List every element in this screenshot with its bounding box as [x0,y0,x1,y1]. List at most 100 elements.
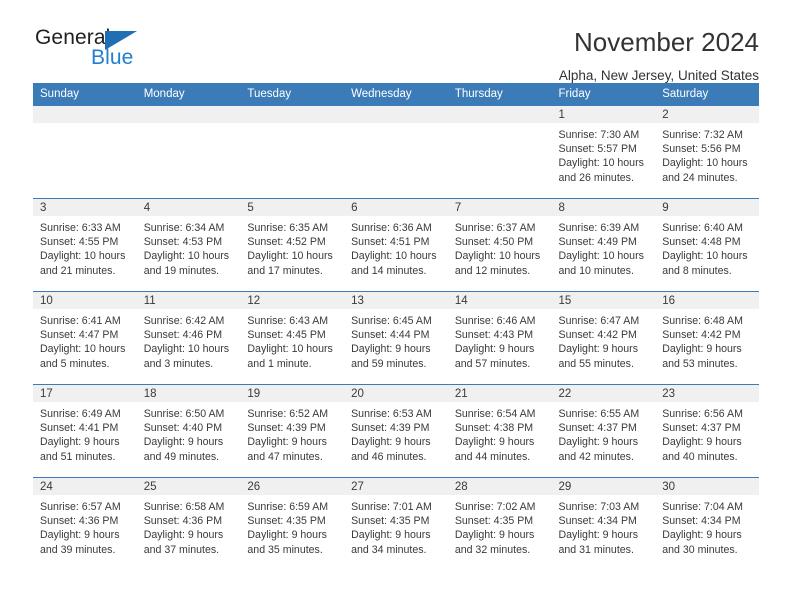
day-details: Sunrise: 6:37 AM Sunset: 4:50 PM Daylight:… [448,216,552,278]
calendar-day-cell[interactable]: 7 Sunrise: 6:37 AM Sunset: 4:50 PM Daylight… [447,198,552,292]
calendar-day-cell[interactable]: 23 Sunrise: 6:56 AM Sunset: 4:37 PM Dayligh… [655,384,759,478]
calendar-day-cell[interactable]: 17 Sunrise: 6:49 AM Sunset: 4:41 PM Dayligh… [33,384,137,478]
calendar-day-cell[interactable]: 30 Sunrise: 7:04 AM Sunset: 4:34 PM Dayligh… [655,477,759,571]
weekday-header-sunday: Sunday [33,83,137,106]
daylight-text-line1: Daylight: 10 hours [247,343,333,356]
daylight-text-line1: Daylight: 10 hours [143,250,230,263]
day-number: 24 [33,478,137,495]
day-number: 17 [33,385,137,402]
sunrise-text: Sunrise: 6:59 AM [247,501,329,513]
calendar-day-cell[interactable]: 13 Sunrise: 6:45 AM Sunset: 4:44 PM Dayligh… [344,291,448,385]
calendar-day-cell[interactable]: 21 Sunrise: 6:54 AM Sunset: 4:38 PM Dayligh… [447,384,552,478]
day-details: Sunrise: 6:55 AM Sunset: 4:37 PM Daylight:… [552,402,656,464]
daylight-text-line1: Daylight: 9 hours [662,529,742,542]
day-details: Sunrise: 6:39 AM Sunset: 4:49 PM Daylight:… [552,216,656,278]
calendar-week-row: 10 Sunrise: 6:41 AM Sunset: 4:47 PM Dayligh… [33,291,759,385]
calendar-week-row: 24 Sunrise: 6:57 AM Sunset: 4:36 PM Dayligh… [33,477,759,571]
daylight-text-line1: Daylight: 10 hours [40,343,126,356]
weekday-header-thursday: Thursday [447,83,552,106]
sunrise-text: Sunrise: 6:35 AM [247,222,329,234]
sunrise-text: Sunrise: 6:54 AM [454,408,536,420]
daylight-text-line1: Daylight: 9 hours [351,529,431,542]
sunrise-text: Sunrise: 6:33 AM [40,222,121,234]
sunset-text: Sunset: 4:36 PM [40,515,119,528]
calendar-day-cell[interactable]: 19 Sunrise: 6:52 AM Sunset: 4:39 PM Dayligh… [240,384,345,478]
sunset-text: Sunset: 4:53 PM [143,236,223,249]
calendar-day-cell[interactable]: 26 Sunrise: 6:59 AM Sunset: 4:35 PM Dayligh… [240,477,345,571]
sunset-text: Sunset: 5:57 PM [558,143,637,156]
calendar-day-cell[interactable]: 16 Sunrise: 6:48 AM Sunset: 4:42 PM Dayligh… [655,291,759,385]
weekday-header-tuesday: Tuesday [240,83,345,106]
logo-text-blue: Blue [91,46,134,69]
calendar-day-cell[interactable]: 20 Sunrise: 6:53 AM Sunset: 4:39 PM Dayligh… [344,384,448,478]
day-details: Sunrise: 6:59 AM Sunset: 4:35 PM Daylight:… [240,495,344,557]
sunset-text: Sunset: 4:46 PM [143,329,223,342]
sunset-text: Sunset: 4:41 PM [40,422,119,435]
calendar-week-row: 3 Sunrise: 6:33 AM Sunset: 4:55 PM Daylight… [33,198,759,292]
day-details: Sunrise: 6:33 AM Sunset: 4:55 PM Daylight:… [33,216,137,278]
sunrise-text: Sunrise: 6:43 AM [247,315,329,327]
calendar-day-cell[interactable]: 29 Sunrise: 7:03 AM Sunset: 4:34 PM Dayligh… [551,477,656,571]
calendar-day-cell-empty [33,105,137,199]
sunset-text: Sunset: 4:37 PM [662,422,741,435]
day-details: Sunrise: 7:32 AM Sunset: 5:56 PM Daylight:… [655,123,759,185]
calendar-day-cell[interactable]: 14 Sunrise: 6:46 AM Sunset: 4:43 PM Dayligh… [447,291,552,385]
sunset-text: Sunset: 4:49 PM [558,236,637,249]
calendar-day-cell[interactable]: 25 Sunrise: 6:58 AM Sunset: 4:36 PM Dayligh… [136,477,241,571]
calendar-day-cell[interactable]: 27 Sunrise: 7:01 AM Sunset: 4:35 PM Dayligh… [344,477,448,571]
day-number: 26 [240,478,345,495]
daylight-text-line2: and 44 minutes. [454,450,531,463]
daylight-text-line2: and 26 minutes. [558,171,634,184]
sunrise-text: Sunrise: 6:48 AM [662,315,743,327]
daylight-text-line2: and 55 minutes. [558,357,634,370]
day-details: Sunrise: 6:45 AM Sunset: 4:44 PM Daylight:… [344,309,448,371]
day-details: Sunrise: 6:48 AM Sunset: 4:42 PM Daylight:… [655,309,759,371]
daylight-text-line1: Daylight: 9 hours [558,436,639,449]
sunset-text: Sunset: 4:52 PM [247,236,326,249]
sunset-text: Sunset: 4:43 PM [454,329,534,342]
day-number: 10 [33,292,137,309]
daylight-text-line1: Daylight: 9 hours [40,436,120,449]
calendar-day-cell[interactable]: 5 Sunrise: 6:35 AM Sunset: 4:52 PM Daylight… [240,198,345,292]
daylight-text-line1: Daylight: 10 hours [558,250,644,263]
general-blue-logo[interactable]: General Blue [33,26,153,72]
sunset-text: Sunset: 4:39 PM [247,422,326,435]
calendar-day-cell[interactable]: 18 Sunrise: 6:50 AM Sunset: 4:40 PM Dayligh… [136,384,241,478]
calendar-day-cell[interactable]: 4 Sunrise: 6:34 AM Sunset: 4:53 PM Daylight… [136,198,241,292]
daylight-text-line2: and 32 minutes. [454,543,531,556]
day-number: 23 [655,385,759,402]
calendar-day-cell[interactable]: 15 Sunrise: 6:47 AM Sunset: 4:42 PM Dayligh… [551,291,656,385]
daylight-text-line1: Daylight: 9 hours [351,436,431,449]
day-details: Sunrise: 7:04 AM Sunset: 4:34 PM Daylight:… [655,495,759,557]
calendar-day-cell[interactable]: 28 Sunrise: 7:02 AM Sunset: 4:35 PM Dayligh… [447,477,552,571]
calendar-day-cell[interactable]: 3 Sunrise: 6:33 AM Sunset: 4:55 PM Daylight… [33,198,137,292]
day-details: Sunrise: 6:34 AM Sunset: 4:53 PM Daylight:… [137,216,241,278]
day-number: 18 [136,385,241,402]
daylight-text-line1: Daylight: 9 hours [40,529,120,542]
daylight-text-line2: and 10 minutes. [558,264,634,277]
page-header: General Blue November 2024 Alpha, New Je… [33,0,759,83]
calendar-day-cell[interactable]: 10 Sunrise: 6:41 AM Sunset: 4:47 PM Dayligh… [33,291,137,385]
calendar-day-cell[interactable]: 9 Sunrise: 6:40 AM Sunset: 4:48 PM Daylight… [655,198,759,292]
calendar-day-cell[interactable]: 1 Sunrise: 7:30 AM Sunset: 5:57 PM Daylight… [551,105,656,199]
sunrise-text: Sunrise: 6:45 AM [351,315,432,327]
calendar-day-cell[interactable]: 22 Sunrise: 6:55 AM Sunset: 4:37 PM Dayligh… [551,384,656,478]
calendar-day-cell[interactable]: 24 Sunrise: 6:57 AM Sunset: 4:36 PM Dayligh… [33,477,137,571]
daylight-text-line2: and 21 minutes. [40,264,116,277]
sunrise-text: Sunrise: 7:02 AM [454,501,536,513]
daylight-text-line2: and 35 minutes. [247,543,323,556]
calendar-day-cell[interactable]: 11 Sunrise: 6:42 AM Sunset: 4:46 PM Dayligh… [136,291,241,385]
calendar-day-cell[interactable]: 2 Sunrise: 7:32 AM Sunset: 5:56 PM Daylight… [655,105,759,199]
day-number: 30 [655,478,759,495]
daylight-text-line2: and 37 minutes. [143,543,220,556]
sunrise-text: Sunrise: 6:36 AM [351,222,432,234]
day-number: 28 [447,478,552,495]
calendar-body: 1 Sunrise: 7:30 AM Sunset: 5:57 PM Daylight… [33,105,759,571]
day-number [240,106,345,123]
sunrise-text: Sunrise: 6:56 AM [662,408,743,420]
calendar-day-cell[interactable]: 8 Sunrise: 6:39 AM Sunset: 4:49 PM Daylight… [551,198,656,292]
day-details: Sunrise: 6:49 AM Sunset: 4:41 PM Daylight:… [33,402,137,464]
calendar-day-cell[interactable]: 6 Sunrise: 6:36 AM Sunset: 4:51 PM Daylight… [344,198,448,292]
calendar-day-cell[interactable]: 12 Sunrise: 6:43 AM Sunset: 4:45 PM Dayligh… [240,291,345,385]
sunset-text: Sunset: 4:50 PM [454,236,534,249]
